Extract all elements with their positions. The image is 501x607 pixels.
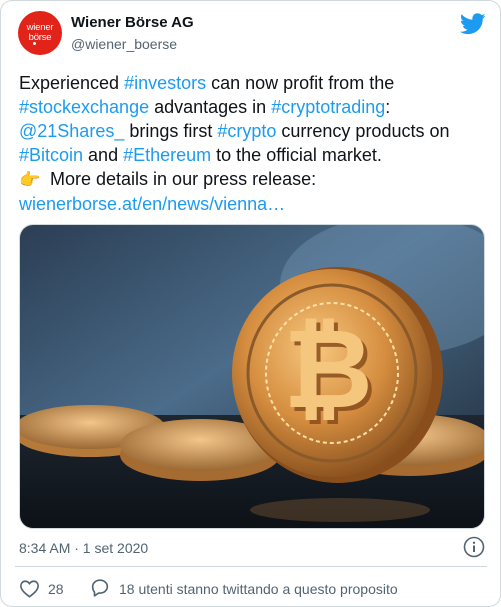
text-segment: More details in our press release: — [45, 169, 317, 189]
text-segment: currency products on — [276, 121, 450, 141]
account-name[interactable]: Wiener Börse AG — [71, 14, 194, 31]
hashtag-cryptotrading[interactable]: #cryptotrading — [271, 97, 385, 117]
text-segment: can now profit from the — [206, 73, 395, 93]
hashtag-stockexchange[interactable]: #stockexchange — [19, 97, 149, 117]
tweet-text: Experienced #investors can now profit fr… — [19, 71, 489, 216]
tweet-line-6: wienerborse.at/en/news/vienna… — [19, 192, 489, 216]
hashtag-bitcoin[interactable]: #Bitcoin — [19, 145, 83, 165]
hashtag-crypto[interactable]: #crypto — [217, 121, 276, 141]
hashtag-ethereum[interactable]: #Ethereum — [123, 145, 211, 165]
divider — [15, 566, 487, 567]
press-release-link[interactable]: wienerborse.at/en/news/vienna… — [19, 194, 285, 214]
tweet-card: wiener börse Wiener Börse AG @wiener_boe… — [0, 0, 501, 607]
avatar-text-line2: börse — [28, 32, 52, 43]
conversation-link[interactable]: 18 utenti stanno twittando a questo prop… — [119, 581, 398, 597]
svg-text:₿: ₿ — [283, 305, 373, 433]
hashtag-investors[interactable]: #investors — [124, 73, 206, 93]
tweet-line-1: Experienced #investors can now profit fr… — [19, 71, 489, 95]
speech-bubble-icon[interactable] — [89, 577, 111, 599]
tweet-line-3: @21Shares_ brings first #crypto currency… — [19, 119, 489, 143]
text-segment: advantages in — [149, 97, 272, 117]
avatar-dot — [33, 42, 36, 45]
twitter-bird-icon[interactable] — [460, 13, 486, 35]
info-icon[interactable] — [463, 536, 485, 558]
text-segment: Experienced — [19, 73, 125, 93]
like-count[interactable]: 28 — [48, 581, 64, 597]
text-segment: : — [385, 97, 391, 117]
tweet-media[interactable]: ₿ ₿ — [19, 224, 485, 529]
text-segment: brings first — [124, 121, 218, 141]
tweet-line-5: 👉 More details in our press release: — [19, 167, 489, 192]
tweet-line-4: #Bitcoin and #Ethereum to the official m… — [19, 143, 489, 167]
bitcoin-coin-image: ₿ ₿ — [20, 225, 484, 528]
heart-icon[interactable] — [19, 579, 40, 598]
tweet-line-2: #stockexchange advantages in #cryptotrad… — [19, 95, 489, 119]
account-handle[interactable]: @wiener_boerse — [71, 36, 177, 52]
text-segment: to the official market. — [211, 145, 382, 165]
text-segment: and — [83, 145, 124, 165]
mention-21shares[interactable]: @21Shares_ — [19, 121, 124, 141]
tweet-timestamp[interactable]: 8:34 AM · 1 set 2020 — [19, 540, 148, 556]
avatar[interactable]: wiener börse — [18, 11, 62, 55]
pointing-right-icon: 👉 — [19, 170, 41, 189]
